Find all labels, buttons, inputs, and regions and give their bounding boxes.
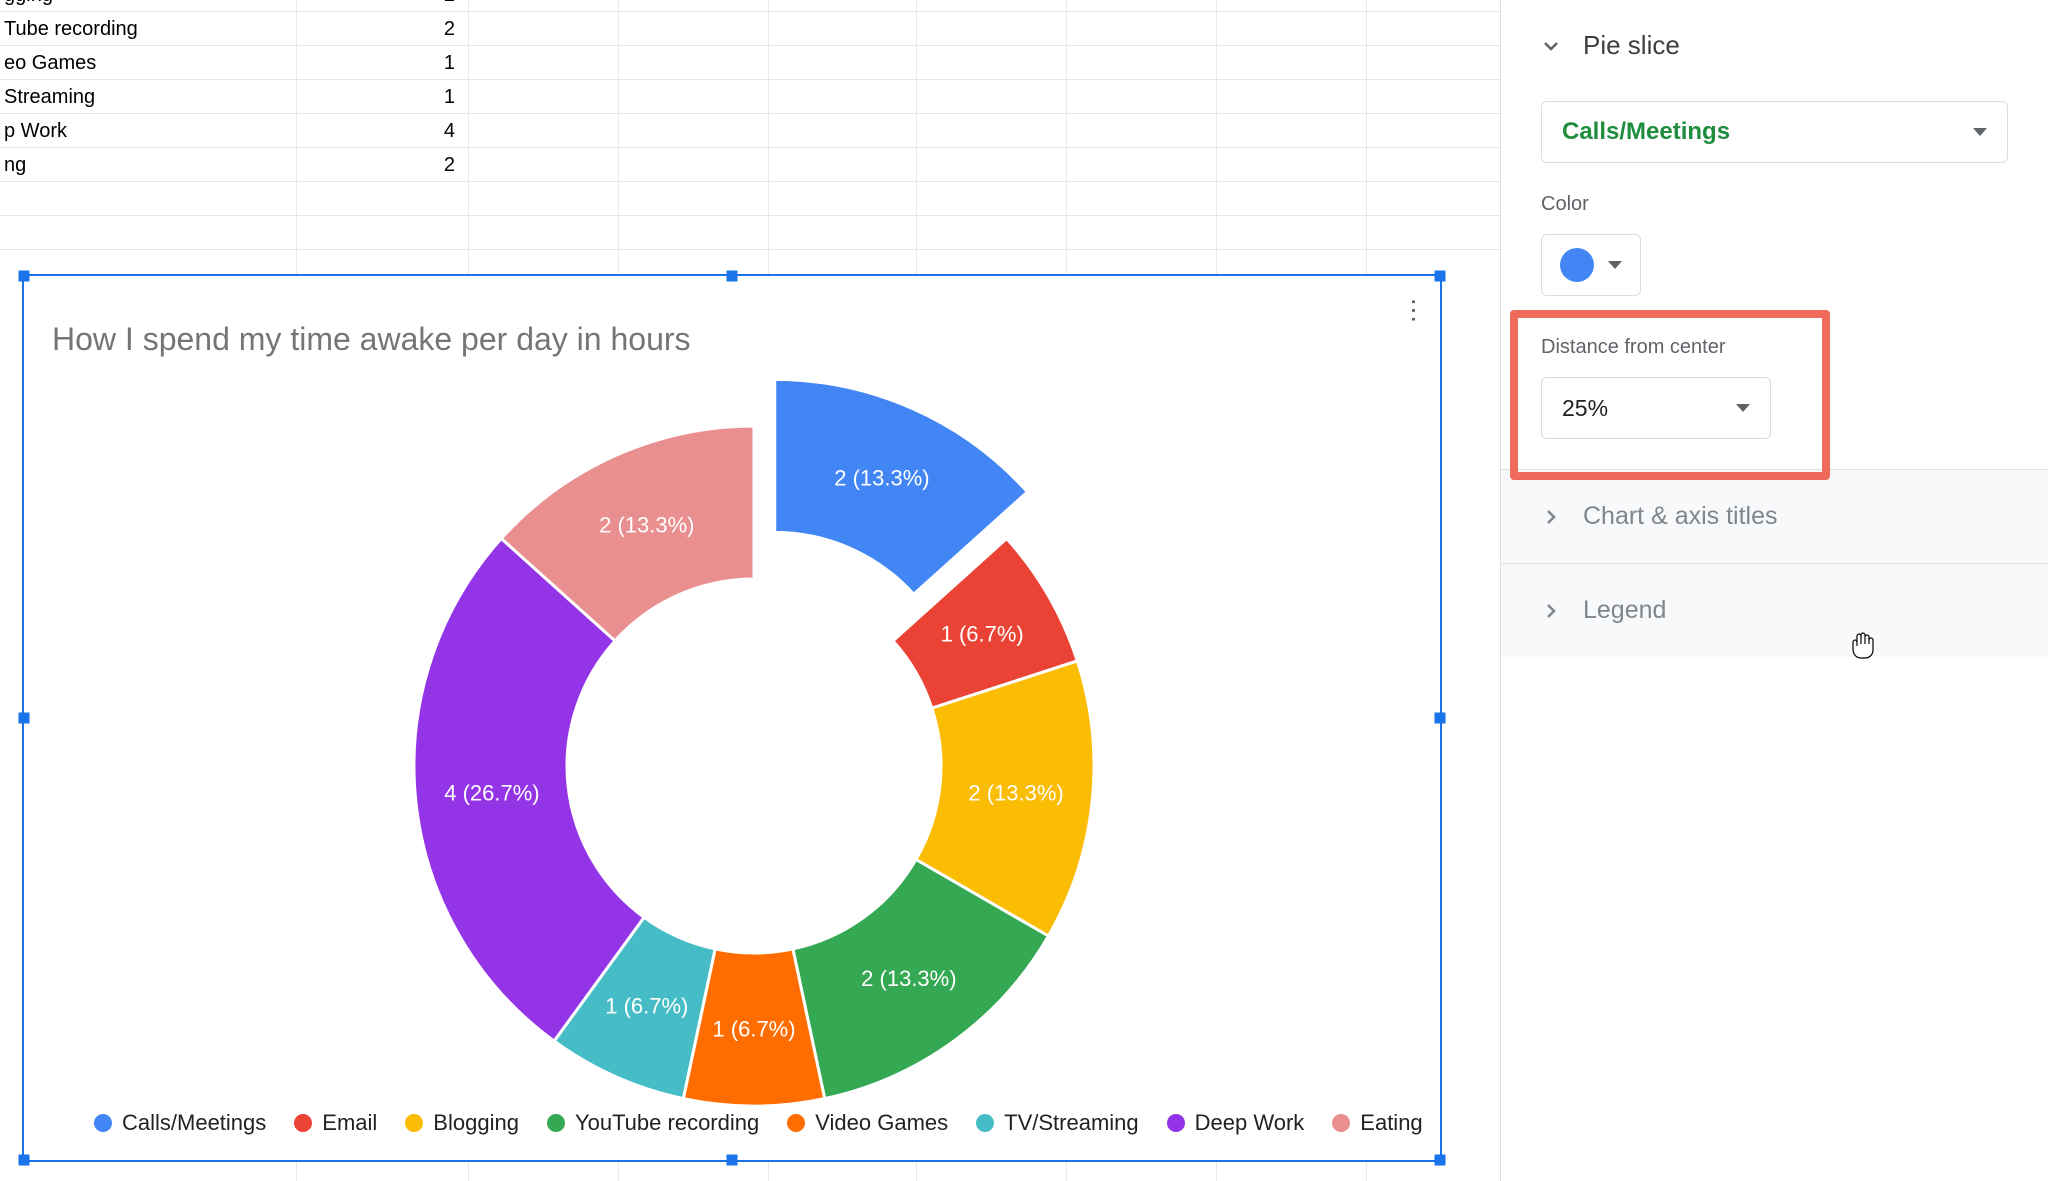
legend-label: Blogging [433,1110,519,1136]
legend-label: YouTube recording [575,1110,759,1136]
slice-label: 2 (13.3%) [968,781,1063,806]
section-title: Pie slice [1583,30,1680,61]
slice-label: 1 (6.7%) [605,994,688,1019]
resize-handle[interactable] [19,1155,30,1166]
legend-label: TV/Streaming [1004,1110,1139,1136]
resize-handle[interactable] [1435,713,1446,724]
legend-label: Eating [1360,1110,1422,1136]
chevron-right-icon [1541,601,1561,621]
legend-label: Calls/Meetings [122,1110,266,1136]
legend-item[interactable]: Video Games [787,1110,948,1136]
resize-handle[interactable] [727,1155,738,1166]
dropdown-caret-icon [1608,261,1622,269]
color-picker[interactable] [1541,234,1641,296]
chevron-right-icon [1541,507,1561,527]
legend-label: Deep Work [1195,1110,1305,1136]
cell[interactable]: 2 [295,0,465,12]
slice-label: 4 (26.7%) [444,781,539,806]
legend-item[interactable]: Email [294,1110,377,1136]
slice-label: 1 (6.7%) [941,621,1024,646]
legend-item[interactable]: Blogging [405,1110,519,1136]
distance-selector[interactable]: 25% [1541,377,1771,439]
resize-handle[interactable] [19,271,30,282]
dropdown-caret-icon [1973,128,1987,136]
resize-handle[interactable] [1435,1155,1446,1166]
legend-item[interactable]: Calls/Meetings [94,1110,266,1136]
chart-menu-icon[interactable]: ⋯ [1399,298,1430,326]
legend-item[interactable]: Eating [1332,1110,1422,1136]
cell[interactable]: ng [0,148,295,182]
legend-label: Email [322,1110,377,1136]
legend-item[interactable]: Deep Work [1167,1110,1305,1136]
resize-handle[interactable] [19,713,30,724]
section-legend[interactable]: Legend [1501,563,2048,657]
resize-handle[interactable] [727,271,738,282]
legend-label: Video Games [815,1110,948,1136]
chart-object[interactable]: How I spend my time awake per day in hou… [22,274,1442,1162]
resize-handle[interactable] [1435,271,1446,282]
distance-value: 25% [1562,395,1608,422]
cell[interactable]: gging [0,0,295,12]
cell[interactable]: Tube recording [0,12,295,46]
slice-selected-value: Calls/Meetings [1562,118,1730,146]
cell[interactable]: 2 [295,12,465,46]
section-chart-axis-titles[interactable]: Chart & axis titles [1501,469,2048,563]
section-title: Chart & axis titles [1583,502,1778,531]
section-pie-slice[interactable]: Pie slice [1541,30,2008,61]
slice-selector[interactable]: Calls/Meetings [1541,101,2008,163]
section-title: Legend [1583,596,1666,625]
slice-label: 2 (13.3%) [834,466,929,491]
chart-editor-panel: Pie slice Calls/Meetings Color Distance … [1500,0,2048,1181]
pointer-cursor-icon [1850,630,1878,669]
slice-label: 2 (13.3%) [599,512,694,537]
cell[interactable]: 2 [295,148,465,182]
cell[interactable]: 1 [295,46,465,80]
cell[interactable]: p Work [0,114,295,148]
color-label: Color [1541,193,2008,216]
spreadsheet-area: gging 2 Tube recording 2 eo Games 1 Stre… [0,0,1500,1181]
cell[interactable]: 4 [295,114,465,148]
chart-legend: Calls/Meetings Email Blogging YouTube re… [94,1110,1423,1136]
cell[interactable]: 1 [295,80,465,114]
donut-chart[interactable]: 2 (13.3%) 1 (6.7%) 2 (13.3%) 2 (13.3%) 1 (6.… [394,296,1114,1116]
legend-item[interactable]: YouTube recording [547,1110,759,1136]
slice-label: 2 (13.3%) [861,966,956,991]
cell[interactable]: Streaming [0,80,295,114]
legend-item[interactable]: TV/Streaming [976,1110,1139,1136]
distance-label: Distance from center [1541,336,2008,359]
slice-label: 1 (6.7%) [712,1017,795,1042]
chevron-down-icon [1541,36,1561,56]
dropdown-caret-icon [1736,404,1750,412]
color-swatch [1560,248,1594,282]
cell[interactable]: eo Games [0,46,295,80]
